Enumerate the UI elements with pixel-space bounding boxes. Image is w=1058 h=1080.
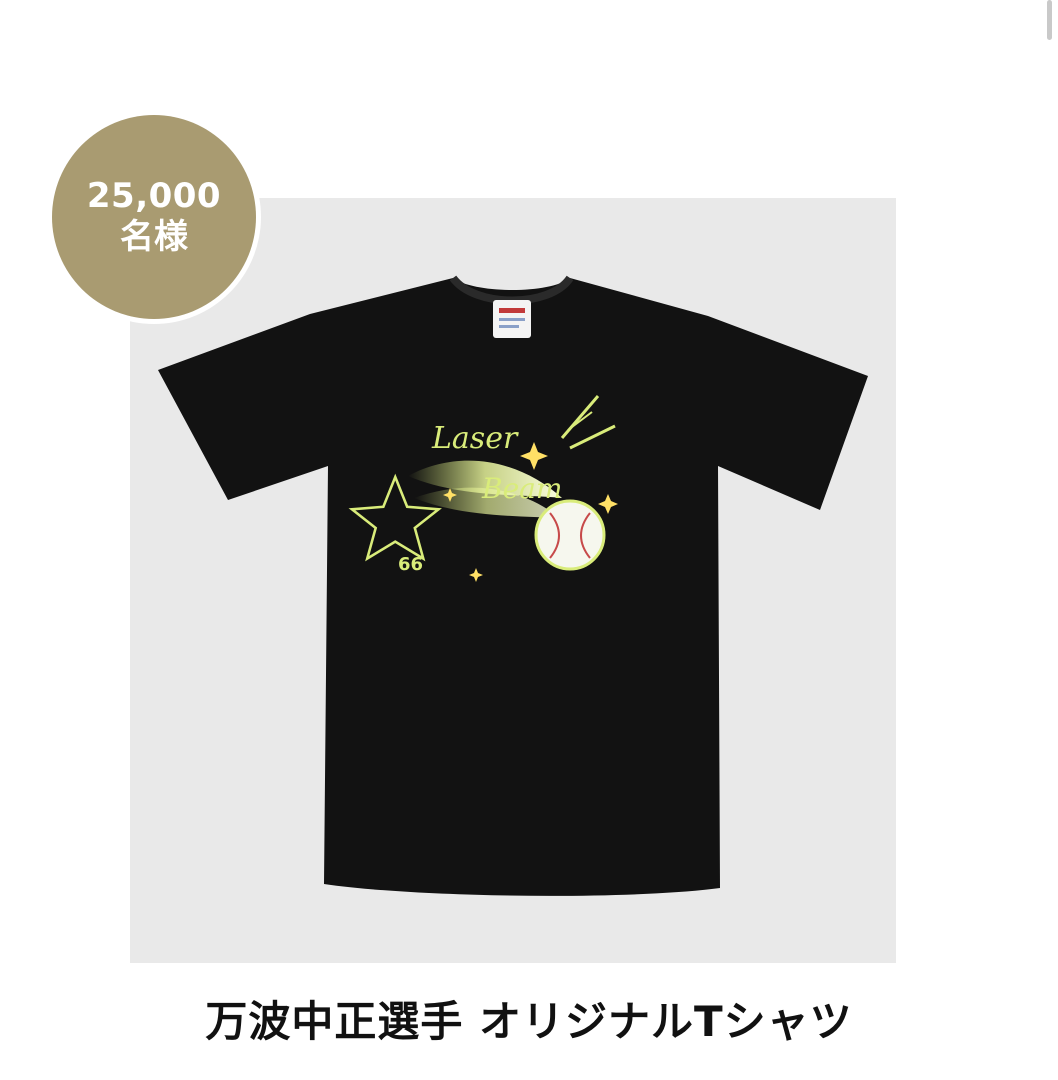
winner-count: 25,000 xyxy=(86,176,222,216)
product-title: 万波中正選手 オリジナルTシャツ xyxy=(205,997,853,1046)
print-number: 66 xyxy=(398,554,423,575)
tshirt-body xyxy=(158,278,868,896)
tshirt-image: Laser Beam 66 xyxy=(158,275,868,896)
winner-count-unit: 名様 xyxy=(120,217,188,257)
scrollbar[interactable] xyxy=(1047,0,1052,40)
print-text-line2: Beam xyxy=(481,472,562,505)
winner-count-badge: 25,000 名様 xyxy=(52,115,256,319)
print-text-line1: Laser xyxy=(431,421,519,456)
page: Laser Beam 66 25,000 名様 万波中正選手 オリジナルTシャツ xyxy=(0,0,1058,1080)
product-image: Laser Beam 66 xyxy=(130,198,896,963)
